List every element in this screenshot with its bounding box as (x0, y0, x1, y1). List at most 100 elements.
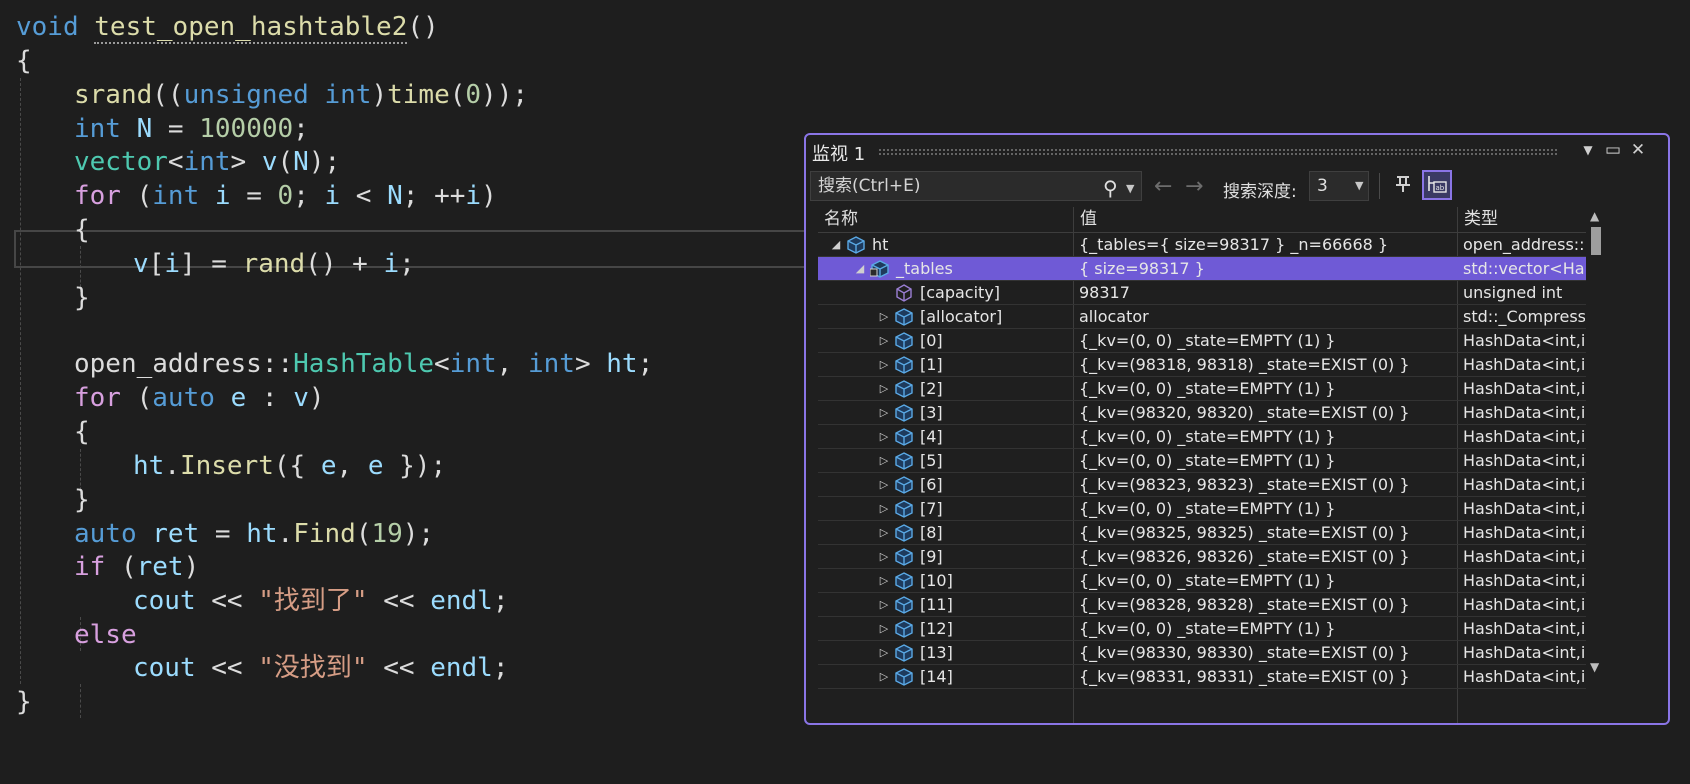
expand-arrow-icon[interactable]: ▷ (876, 401, 892, 424)
expand-arrow-icon[interactable]: ▷ (876, 665, 892, 688)
scroll-down-icon[interactable]: ▼ (1590, 660, 1599, 674)
pin-icon[interactable] (1390, 173, 1416, 199)
watch-row[interactable]: ◢ ht {_tables={ size=98317 } _n=66668 } op… (818, 233, 1586, 257)
expand-arrow-icon[interactable]: ▷ (876, 545, 892, 568)
vertical-scrollbar[interactable]: ▲ ▼ (1588, 207, 1606, 723)
close-icon[interactable]: ✕ (1626, 138, 1650, 162)
watch-row[interactable]: ◢ _tables { size=98317 }std::vector<Has..… (818, 257, 1586, 281)
watch-value[interactable]: { size=98317 } (1079, 257, 1459, 280)
expand-arrow-icon[interactable]: ▷ (876, 305, 892, 328)
watch-value[interactable]: allocator (1079, 305, 1459, 328)
watch-value[interactable]: {_tables={ size=98317 } _n=66668 } (1079, 233, 1459, 256)
scroll-up-icon[interactable]: ▲ (1590, 209, 1599, 223)
watch-row[interactable]: ▷ [2] {_kv=(0, 0) _state=EMPTY (1) } HashD… (818, 377, 1586, 401)
watch-row[interactable]: ▷ [5] {_kv=(0, 0) _state=EMPTY (1) } HashD… (818, 449, 1586, 473)
watch-value[interactable]: {_kv=(98320, 98320) _state=EXIST (0) } (1079, 401, 1459, 424)
watch-row[interactable]: ▷ [3] {_kv=(98320, 98320) _state=EXIST (0… (818, 401, 1586, 425)
watch-grid[interactable]: 名称 值 类型 ◢ ht {_tables={ size=98317 } _n=6… (806, 207, 1668, 723)
watch-value[interactable]: {_kv=(0, 0) _state=EMPTY (1) } (1079, 329, 1459, 352)
expand-arrow-icon[interactable]: ▷ (876, 521, 892, 544)
expand-arrow-icon[interactable]: ▷ (876, 641, 892, 664)
expand-arrow-icon[interactable]: ▷ (876, 329, 892, 352)
code-line[interactable]: void test_open_hashtable2() (16, 9, 439, 45)
watch-title-bar[interactable]: 监视 1 ▼ ▭ ✕ (806, 135, 1668, 167)
watch-row[interactable]: ▷ [9] {_kv=(98326, 98326) _state=EXIST (0… (818, 545, 1586, 569)
column-header-type[interactable]: 类型 (1458, 207, 1586, 231)
expand-arrow-icon[interactable]: ▷ (876, 497, 892, 520)
maximize-icon[interactable]: ▭ (1601, 138, 1625, 162)
code-line[interactable]: open_address::HashTable<int, int> ht; (74, 346, 653, 382)
expand-arrow-icon[interactable]: ▷ (876, 449, 892, 472)
search-input[interactable]: 搜索(Ctrl+E) ⚲ ▼ (810, 171, 1142, 201)
watch-row[interactable]: ▷ [13] {_kv=(98330, 98330) _state=EXIST (… (818, 641, 1586, 665)
code-line[interactable]: { (16, 43, 32, 79)
code-line[interactable]: v[i] = rand() + i; (133, 246, 415, 282)
watch-value[interactable]: {_kv=(98323, 98323) _state=EXIST (0) } (1079, 473, 1459, 496)
code-line[interactable]: ht.Insert({ e, e }); (133, 448, 446, 484)
watch-value[interactable]: {_kv=(0, 0) _state=EMPTY (1) } (1079, 569, 1459, 592)
watch-row[interactable]: ▷ [8] {_kv=(98325, 98325) _state=EXIST (0… (818, 521, 1586, 545)
watch-row[interactable]: ▷ [6] {_kv=(98323, 98323) _state=EXIST (0… (818, 473, 1586, 497)
expand-arrow-icon[interactable]: ▷ (876, 425, 892, 448)
code-line[interactable]: srand((unsigned int)time(0)); (74, 77, 528, 113)
watch-value[interactable]: {_kv=(0, 0) _state=EMPTY (1) } (1079, 377, 1459, 400)
column-header-name[interactable]: 名称 (818, 207, 1072, 231)
code-line[interactable]: { (74, 414, 90, 450)
watch-type: unsigned int (1463, 283, 1563, 302)
watch-value[interactable]: {_kv=(0, 0) _state=EMPTY (1) } (1079, 449, 1459, 472)
expand-arrow-icon[interactable]: ▷ (876, 353, 892, 376)
code-line[interactable]: cout << "没找到" << endl; (133, 650, 508, 686)
watch-value[interactable]: {_kv=(98330, 98330) _state=EXIST (0) } (1079, 641, 1459, 664)
code-line[interactable]: if (ret) (74, 549, 199, 585)
watch-row[interactable]: ▷ [7] {_kv=(0, 0) _state=EMPTY (1) } HashD… (818, 497, 1586, 521)
code-line[interactable]: cout << "找到了" << endl; (133, 583, 508, 619)
collapse-arrow-icon[interactable]: ◢ (852, 257, 868, 280)
watch-value[interactable]: {_kv=(98328, 98328) _state=EXIST (0) } (1079, 593, 1459, 616)
code-line[interactable]: vector<int> v(N); (74, 144, 340, 180)
expand-arrow-icon[interactable]: ▷ (876, 593, 892, 616)
search-depth-label: 搜索深度: (1223, 182, 1297, 202)
watch-value[interactable]: {_kv=(0, 0) _state=EMPTY (1) } (1079, 425, 1459, 448)
code-line[interactable]: auto ret = ht.Find(19); (74, 516, 434, 552)
code-line[interactable]: } (74, 280, 90, 316)
expand-arrow-icon[interactable]: ▷ (876, 617, 892, 640)
expand-arrow-icon[interactable]: ▷ (876, 473, 892, 496)
watch-row[interactable]: ▷ [11] {_kv=(98328, 98328) _state=EXIST (… (818, 593, 1586, 617)
search-options-dropdown-icon[interactable]: ▼ (1126, 175, 1134, 203)
expand-arrow-icon[interactable]: ▷ (876, 569, 892, 592)
search-depth-select[interactable]: 3 ▼ (1309, 171, 1369, 201)
search-back-arrow-icon[interactable]: ← (1154, 174, 1172, 199)
watch-row[interactable]: ▷ [allocator] allocatorstd::_Compress... (818, 305, 1586, 329)
watch-value[interactable]: {_kv=(98331, 98331) _state=EXIST (0) } (1079, 665, 1459, 688)
code-line[interactable]: for (int i = 0; i < N; ++i) (74, 178, 497, 214)
search-forward-arrow-icon[interactable]: → (1185, 174, 1203, 199)
watch-row[interactable]: ▷ [12] {_kv=(0, 0) _state=EMPTY (1) } Hash… (818, 617, 1586, 641)
watch-value[interactable]: {_kv=(0, 0) _state=EMPTY (1) } (1079, 617, 1459, 640)
scroll-thumb[interactable] (1591, 227, 1601, 255)
watch-row[interactable]: ▷ [10] {_kv=(0, 0) _state=EMPTY (1) } Hash… (818, 569, 1586, 593)
watch-value[interactable]: {_kv=(98318, 98318) _state=EXIST (0) } (1079, 353, 1459, 376)
watch-row[interactable]: ▷ [14] {_kv=(98331, 98331) _state=EXIST (… (818, 665, 1586, 689)
code-line[interactable]: { (74, 212, 90, 248)
code-line[interactable]: } (74, 482, 90, 518)
watch-window[interactable]: 监视 1 ▼ ▭ ✕ 搜索(Ctrl+E) ⚲ ▼ ← → 搜索深度: 3 ▼ … (804, 133, 1670, 725)
hex-display-icon[interactable]: ab (1422, 170, 1452, 200)
watch-row[interactable]: ▷ [4] {_kv=(0, 0) _state=EMPTY (1) } HashD… (818, 425, 1586, 449)
code-line[interactable]: } (16, 684, 32, 720)
watch-value[interactable]: 98317 (1079, 281, 1459, 304)
watch-value[interactable]: {_kv=(98326, 98326) _state=EXIST (0) } (1079, 545, 1459, 568)
watch-value[interactable]: {_kv=(98325, 98325) _state=EXIST (0) } (1079, 521, 1459, 544)
watch-row[interactable]: ▷ [1] {_kv=(98318, 98318) _state=EXIST (0… (818, 353, 1586, 377)
watch-row[interactable]: [capacity] 98317 unsigned int (818, 281, 1586, 305)
watch-value[interactable]: {_kv=(0, 0) _state=EMPTY (1) } (1079, 497, 1459, 520)
collapse-arrow-icon[interactable]: ◢ (828, 233, 844, 256)
column-header-value[interactable]: 值 (1074, 207, 1456, 231)
code-line[interactable]: for (auto e : v) (74, 380, 325, 416)
window-dropdown-icon[interactable]: ▼ (1576, 138, 1600, 162)
drag-grip[interactable] (878, 148, 1558, 155)
code-line[interactable]: else (74, 617, 137, 653)
expand-arrow-icon[interactable]: ▷ (876, 377, 892, 400)
magnifier-icon[interactable]: ⚲ (1103, 174, 1118, 202)
code-line[interactable]: int N = 100000; (74, 111, 309, 147)
watch-row[interactable]: ▷ [0] {_kv=(0, 0) _state=EMPTY (1) } HashD… (818, 329, 1586, 353)
